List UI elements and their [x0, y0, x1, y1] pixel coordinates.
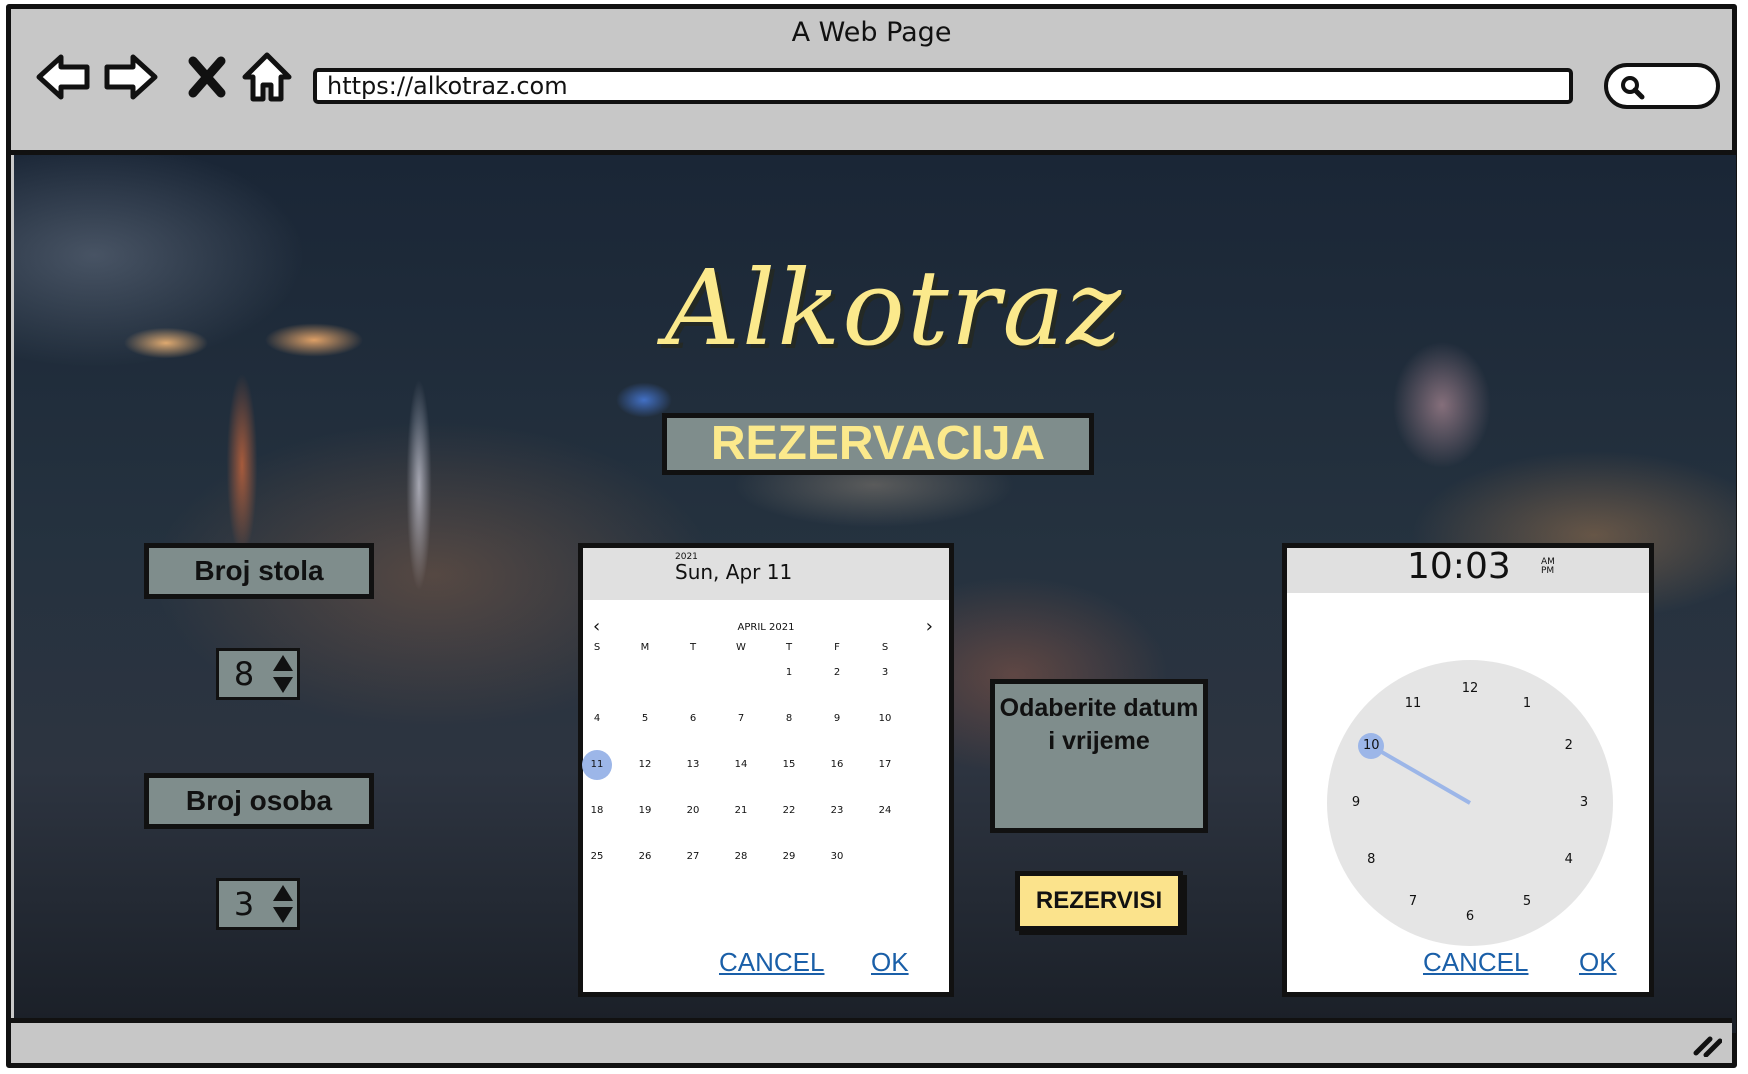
calendar-day[interactable]: 18 [582, 796, 612, 826]
persons-value[interactable]: 3 [219, 881, 272, 927]
calendar-day[interactable]: 5 [630, 704, 660, 734]
calendar-day[interactable]: 26 [630, 842, 660, 872]
calendar-day[interactable]: 22 [774, 796, 804, 826]
browser-window: A Web Page https://alkotraz.com Alkotraz… [6, 4, 1737, 1068]
weekday-header: M [640, 642, 650, 653]
clock-hour[interactable]: 6 [1457, 904, 1483, 930]
clock-hour[interactable]: 4 [1556, 847, 1582, 873]
calendar-day[interactable]: 27 [678, 842, 708, 872]
ampm-selector[interactable]: AM PM [1541, 558, 1555, 576]
calendar-day[interactable]: 28 [726, 842, 756, 872]
window-title: A Web Page [791, 17, 952, 48]
back-arrow-icon[interactable] [35, 49, 91, 105]
calendar-day[interactable]: 4 [582, 704, 612, 734]
clock-hour[interactable]: 7 [1400, 889, 1426, 915]
clock-hour[interactable]: 2 [1556, 733, 1582, 759]
clock-hour[interactable]: 3 [1571, 790, 1597, 816]
forward-arrow-icon[interactable] [103, 49, 159, 105]
calendar-day[interactable]: 8 [774, 704, 804, 734]
search-icon [1621, 76, 1645, 100]
date-picker-header: 2021 Sun, Apr 11 [583, 548, 949, 600]
stepper-arrows-icon[interactable] [269, 651, 297, 697]
calendar-day[interactable]: 9 [822, 704, 852, 734]
calendar-day[interactable]: 30 [822, 842, 852, 872]
date-picker-selected-date: Sun, Apr 11 [675, 560, 793, 584]
browser-toolbar: A Web Page https://alkotraz.com [11, 9, 1732, 155]
page-content: Alkotraz REZERVACIJA Broj stola 8 Broj o… [14, 155, 1736, 1033]
time-picker-header: 10:03 AM PM [1287, 546, 1649, 593]
calendar-day[interactable]: 20 [678, 796, 708, 826]
date-cancel-button[interactable]: CANCEL [719, 947, 824, 978]
clock-face[interactable]: 12 1 2 3 4 5 6 7 8 9 10 11 [1327, 660, 1613, 946]
calendar-day[interactable]: 11 [582, 750, 612, 780]
instruction-box: Odaberite datum i vrijeme [990, 679, 1208, 833]
table-number-label: Broj stola [144, 543, 374, 599]
time-display: 10:03 [1407, 546, 1511, 587]
next-month-icon[interactable]: › [926, 616, 933, 637]
clock-hour[interactable]: 5 [1514, 889, 1540, 915]
date-picker-dialog: 2021 Sun, Apr 11 ‹ APRIL 2021 › SMTWTFS1… [578, 543, 954, 997]
clock-hour[interactable]: 9 [1343, 790, 1369, 816]
month-label: APRIL 2021 [737, 622, 795, 633]
calendar-day[interactable]: 16 [822, 750, 852, 780]
browser-status-bar [11, 1018, 1732, 1063]
calendar-day[interactable]: 14 [726, 750, 756, 780]
calendar-day[interactable]: 12 [630, 750, 660, 780]
reserve-button[interactable]: REZERVISI [1015, 871, 1183, 931]
calendar-day[interactable]: 25 [582, 842, 612, 872]
calendar-day[interactable]: 21 [726, 796, 756, 826]
home-icon[interactable] [239, 49, 295, 105]
logo: Alkotraz [664, 247, 1124, 369]
time-picker-dialog: 10:03 AM PM 12 1 2 3 4 5 6 7 8 9 10 11 CANCEL OK [1282, 543, 1654, 997]
calendar-day[interactable]: 23 [822, 796, 852, 826]
calendar-day[interactable]: 15 [774, 750, 804, 780]
calendar-day[interactable]: 6 [678, 704, 708, 734]
calendar-day[interactable]: 10 [870, 704, 900, 734]
weekday-header: T [689, 642, 697, 653]
calendar-day[interactable]: 2 [822, 658, 852, 688]
clock-hour[interactable]: 12 [1457, 676, 1483, 702]
weekday-header: S [593, 642, 601, 653]
close-icon[interactable] [181, 49, 237, 105]
calendar-day[interactable]: 19 [630, 796, 660, 826]
calendar-day[interactable]: 13 [678, 750, 708, 780]
time-ok-button[interactable]: OK [1579, 947, 1617, 978]
persons-label: Broj osoba [144, 773, 374, 829]
persons-stepper[interactable]: 3 [216, 878, 300, 930]
calendar-day[interactable]: 24 [870, 796, 900, 826]
calendar-day[interactable]: 7 [726, 704, 756, 734]
calendar-day[interactable]: 3 [870, 658, 900, 688]
calendar-day[interactable]: 17 [870, 750, 900, 780]
date-ok-button[interactable]: OK [871, 947, 909, 978]
calendar-day[interactable]: 29 [774, 842, 804, 872]
weekday-header: W [736, 642, 746, 653]
time-cancel-button[interactable]: CANCEL [1423, 947, 1528, 978]
search-field[interactable] [1604, 63, 1720, 109]
pm-option[interactable]: PM [1541, 567, 1555, 576]
stepper-arrows-icon[interactable] [269, 881, 297, 927]
page-heading: REZERVACIJA [662, 413, 1094, 475]
table-number-value[interactable]: 8 [219, 651, 272, 697]
table-number-stepper[interactable]: 8 [216, 648, 300, 700]
address-bar[interactable]: https://alkotraz.com [313, 68, 1573, 104]
resize-handle-icon[interactable] [1692, 1033, 1722, 1057]
calendar-day[interactable]: 1 [774, 658, 804, 688]
